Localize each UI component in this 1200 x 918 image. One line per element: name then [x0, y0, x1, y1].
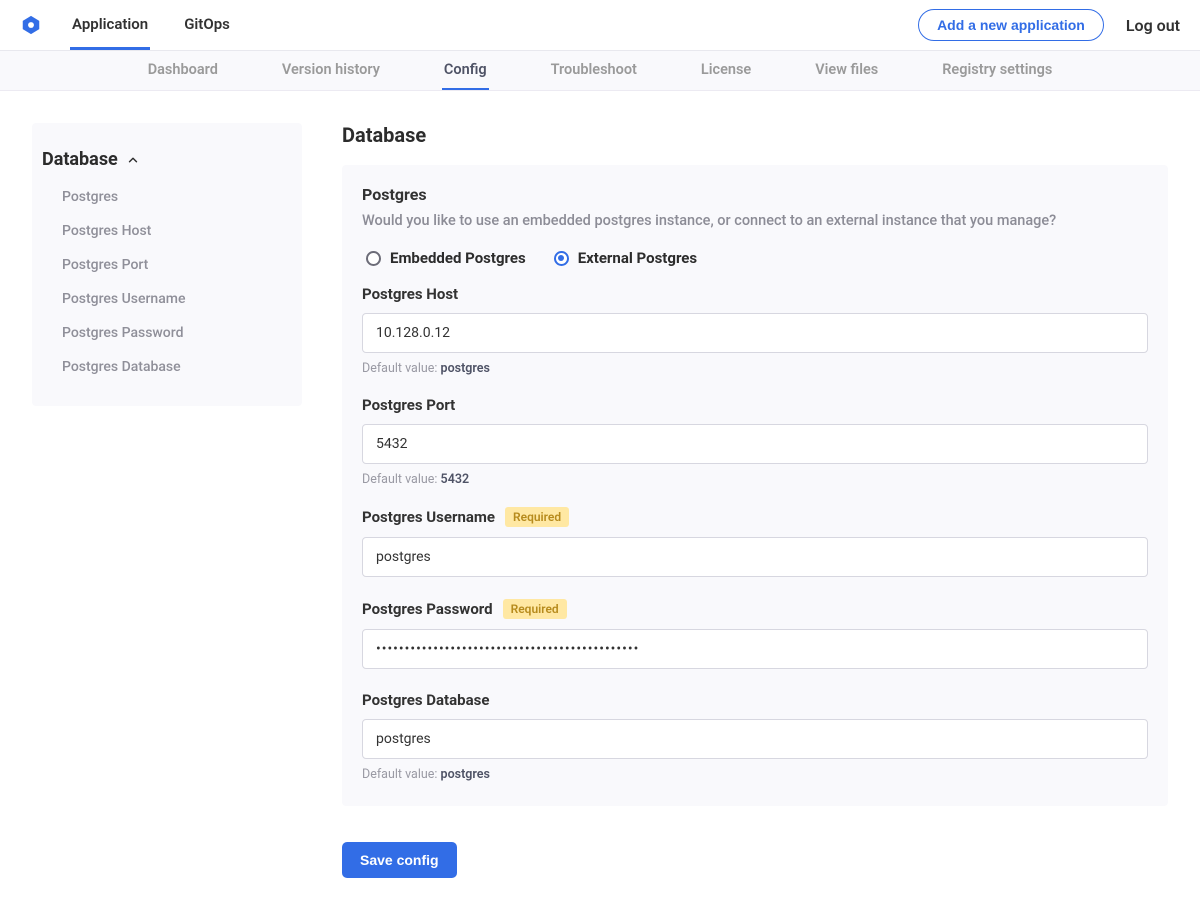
radio-label: External Postgres — [578, 249, 697, 267]
postgres-section-desc: Would you like to use an embedded postgr… — [362, 212, 1148, 229]
sidebar-list: Postgres Postgres Host Postgres Port Pos… — [42, 180, 282, 384]
postgres-database-input[interactable] — [362, 719, 1148, 759]
postgres-host-input[interactable] — [362, 313, 1148, 353]
postgres-section-title: Postgres — [362, 185, 1148, 204]
postgres-port-input[interactable] — [362, 424, 1148, 464]
sidebar-heading-label: Database — [42, 149, 118, 170]
page-title: Database — [342, 123, 1168, 147]
config-sidebar: Database Postgres Postgres Host Postgres… — [32, 123, 302, 406]
main-layout: Database Postgres Postgres Host Postgres… — [16, 91, 1184, 918]
subnav-version-history[interactable]: Version history — [280, 51, 382, 90]
sidebar-item-postgres[interactable]: Postgres — [62, 180, 282, 214]
subnav-registry-settings[interactable]: Registry settings — [940, 51, 1054, 90]
postgres-password-input[interactable] — [362, 629, 1148, 669]
postgres-host-label: Postgres Host — [362, 285, 1148, 303]
postgres-database-label: Postgres Database — [362, 691, 1148, 709]
save-config-button[interactable]: Save config — [342, 842, 457, 878]
tab-application[interactable]: Application — [70, 0, 150, 50]
logout-link[interactable]: Log out — [1126, 16, 1180, 35]
radio-icon — [366, 251, 381, 266]
hexagon-icon — [20, 14, 42, 36]
sidebar-item-postgres-host[interactable]: Postgres Host — [62, 214, 282, 248]
sidebar-item-postgres-username[interactable]: Postgres Username — [62, 282, 282, 316]
subnav-view-files[interactable]: View files — [813, 51, 880, 90]
postgres-username-input[interactable] — [362, 537, 1148, 577]
subnav-config[interactable]: Config — [442, 51, 489, 90]
subnav-troubleshoot[interactable]: Troubleshoot — [549, 51, 639, 90]
postgres-password-label: Postgres Password Required — [362, 599, 1148, 619]
subnav-dashboard[interactable]: Dashboard — [146, 51, 220, 90]
top-nav-tabs: Application GitOps — [70, 0, 232, 50]
postgres-card: Postgres Would you like to use an embedd… — [342, 165, 1168, 806]
required-badge: Required — [503, 599, 567, 619]
chevron-up-icon — [126, 153, 140, 167]
tab-gitops[interactable]: GitOps — [182, 0, 232, 50]
postgres-database-default: Default value: postgres — [362, 767, 1148, 782]
subnav-license[interactable]: License — [699, 51, 753, 90]
sidebar-section-database[interactable]: Database — [42, 141, 282, 180]
add-application-button[interactable]: Add a new application — [918, 9, 1104, 41]
postgres-port-label: Postgres Port — [362, 396, 1148, 414]
sidebar-item-postgres-database[interactable]: Postgres Database — [62, 350, 282, 384]
postgres-type-radio-group: Embedded Postgres External Postgres — [362, 249, 1148, 267]
sidebar-item-postgres-port[interactable]: Postgres Port — [62, 248, 282, 282]
top-nav: Application GitOps Add a new application… — [0, 0, 1200, 51]
radio-icon — [554, 251, 569, 266]
config-content: Database Postgres Would you like to use … — [342, 123, 1168, 878]
postgres-port-default: Default value: 5432 — [362, 472, 1148, 487]
app-logo — [20, 14, 42, 36]
radio-embedded-postgres[interactable]: Embedded Postgres — [366, 249, 526, 267]
sub-nav: Dashboard Version history Config Trouble… — [0, 51, 1200, 91]
sidebar-item-postgres-password[interactable]: Postgres Password — [62, 316, 282, 350]
postgres-username-label: Postgres Username Required — [362, 507, 1148, 527]
radio-external-postgres[interactable]: External Postgres — [554, 249, 697, 267]
required-badge: Required — [505, 507, 569, 527]
radio-label: Embedded Postgres — [390, 249, 526, 267]
postgres-host-default: Default value: postgres — [362, 361, 1148, 376]
